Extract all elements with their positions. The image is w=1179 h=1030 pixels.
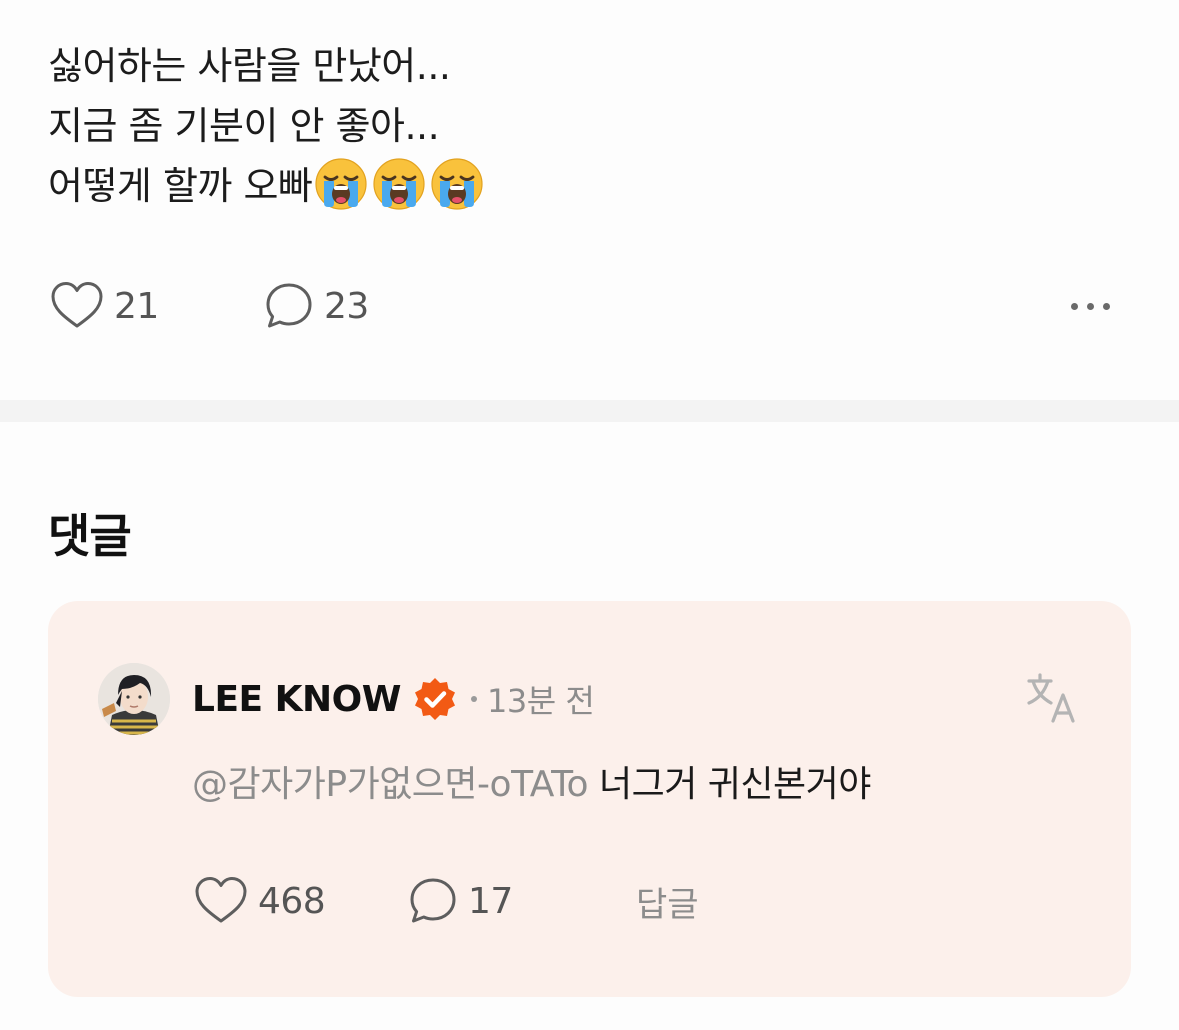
more-dot — [1102, 302, 1110, 310]
comments-section-title: 댓글 — [48, 509, 132, 563]
comment-card: LEE KNOW 13분 전 @감자가P가없으면-oTATo 너그거 귀신본거야… — [48, 601, 1131, 997]
comment-like-count: 468 — [258, 880, 326, 922]
comment-timestamp: 13분 전 — [487, 682, 595, 720]
loudly-crying-face-icon — [431, 158, 483, 210]
comment-like-button[interactable]: 468 — [194, 873, 326, 929]
avatar[interactable] — [98, 663, 170, 735]
post-detail-page: 싫어하는 사람을 만났어... 지금 좀 기분이 안 좋아... 어떻게 할까 … — [0, 0, 1179, 1030]
more-dot — [1086, 302, 1094, 310]
translate-button[interactable] — [1025, 671, 1081, 727]
comment-header: LEE KNOW 13분 전 — [192, 671, 595, 727]
comment-bubble-icon — [266, 283, 312, 328]
post-line-3-text: 어떻게 할까 오빠 — [48, 164, 313, 208]
section-divider — [0, 400, 1179, 422]
post-comment-button[interactable]: 23 — [264, 278, 369, 334]
more-horizontal-icon — [1070, 302, 1078, 310]
reply-button[interactable]: 답글 — [636, 873, 699, 929]
comment-reply-count: 17 — [468, 880, 513, 922]
post-comment-count: 23 — [324, 285, 369, 327]
heart-icon — [195, 877, 247, 923]
translate-icon — [1027, 673, 1075, 723]
post-line-2: 지금 좀 기분이 안 좋아... — [48, 104, 440, 148]
comment-bubble-icon — [410, 878, 456, 923]
emoji-row — [314, 157, 484, 211]
post-body: 싫어하는 사람을 만났어... 지금 좀 기분이 안 좋아... 어떻게 할까 … — [48, 36, 484, 216]
verified-badge-icon — [415, 678, 455, 720]
author-name[interactable]: LEE KNOW — [192, 679, 402, 720]
post-like-count: 21 — [114, 285, 159, 327]
loudly-crying-face-icon — [315, 158, 367, 210]
comment-text: @감자가P가없으면-oTATo 너그거 귀신본거야 — [192, 759, 871, 811]
loudly-crying-face-icon — [373, 158, 425, 210]
post-line-3: 어떻게 할까 오빠 — [48, 156, 484, 216]
comment-actions: 468 17 답글 — [194, 873, 894, 929]
post-line-1: 싫어하는 사람을 만났어... — [48, 44, 451, 88]
post-like-button[interactable]: 21 — [50, 278, 159, 334]
separator-dot — [471, 696, 477, 702]
more-options-button[interactable] — [1060, 278, 1120, 334]
mention-link[interactable]: @감자가P가없으면-oTATo — [192, 764, 589, 805]
post-actions: 21 23 — [50, 278, 1130, 334]
post: 싫어하는 사람을 만났어... 지금 좀 기분이 안 좋아... 어떻게 할까 … — [0, 0, 1179, 400]
comment-reply-count-button[interactable]: 17 — [408, 873, 513, 929]
heart-icon — [51, 282, 103, 328]
avatar-image — [98, 663, 170, 735]
comment-body: 너그거 귀신본거야 — [598, 764, 871, 805]
